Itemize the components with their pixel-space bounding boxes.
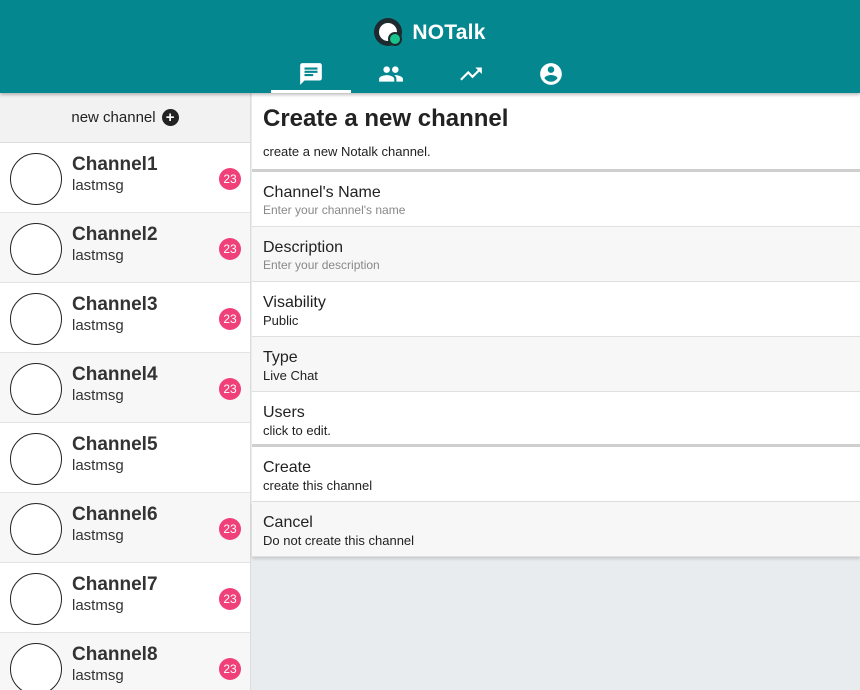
- channel-name-label: Channel's Name: [263, 184, 381, 201]
- tab-trending[interactable]: [431, 54, 511, 93]
- avatar: [10, 223, 62, 275]
- channel-list-item[interactable]: Channel1 lastmsg 23: [0, 143, 250, 213]
- add-circle-icon: +: [161, 109, 179, 126]
- channel-last-message: lastmsg: [72, 457, 124, 474]
- create-description: create this channel: [263, 478, 373, 493]
- channel-name: Channel7: [72, 574, 158, 595]
- unread-badge: 23: [219, 308, 241, 330]
- type-value: Live Chat: [263, 368, 318, 383]
- nav-tabs: [271, 54, 591, 93]
- visibility-value: Public: [263, 313, 299, 328]
- type-label: Type: [263, 349, 298, 366]
- cancel-label: Cancel: [263, 514, 313, 531]
- channel-list-item[interactable]: Channel4 lastmsg 23: [0, 353, 250, 423]
- channel-name: Channel5: [72, 434, 158, 455]
- channel-last-message: lastmsg: [72, 247, 124, 264]
- create-button[interactable]: Create create this channel: [252, 447, 860, 502]
- channel-list-item[interactable]: Channel8 lastmsg 23: [0, 633, 250, 690]
- brand: NOTalk: [0, 17, 860, 49]
- channel-name: Channel3: [72, 294, 158, 315]
- channel-list-item[interactable]: Channel2 lastmsg 23: [0, 213, 250, 283]
- chat-icon: [300, 62, 322, 85]
- unread-badge: 23: [219, 658, 241, 680]
- account-circle-icon: [540, 62, 562, 85]
- app-header: NOTalk: [0, 0, 860, 93]
- description-placeholder: Enter your description: [263, 258, 380, 272]
- create-channel-panel: Create a new channel create a new Notalk…: [252, 93, 860, 557]
- app-title: NOTalk: [412, 21, 486, 44]
- visibility-label: Visability: [263, 294, 326, 311]
- channel-name-field[interactable]: Channel's Name Enter your channel's name: [252, 172, 860, 227]
- channel-list-item[interactable]: Channel3 lastmsg 23: [0, 283, 250, 353]
- avatar: [10, 363, 62, 415]
- channel-list-item[interactable]: Channel7 lastmsg 23: [0, 563, 250, 633]
- tab-chats[interactable]: [271, 54, 351, 93]
- channel-last-message: lastmsg: [72, 177, 124, 194]
- avatar: [10, 643, 62, 690]
- channel-list-item[interactable]: Channel5 lastmsg: [0, 423, 250, 493]
- panel-header: Create a new channel create a new Notalk…: [252, 93, 860, 172]
- cancel-button[interactable]: Cancel Do not create this channel: [252, 502, 860, 557]
- channel-last-message: lastmsg: [72, 317, 124, 334]
- avatar: [10, 433, 62, 485]
- channel-last-message: lastmsg: [72, 667, 124, 684]
- avatar: [10, 573, 62, 625]
- unread-badge: 23: [219, 238, 241, 260]
- avatar: [10, 293, 62, 345]
- unread-badge: 23: [219, 378, 241, 400]
- users-value: click to edit.: [263, 423, 331, 438]
- users-field[interactable]: Users click to edit.: [252, 392, 860, 447]
- channel-name: Channel1: [72, 154, 158, 175]
- avatar: [10, 503, 62, 555]
- channel-name: Channel4: [72, 364, 158, 385]
- unread-badge: 23: [219, 518, 241, 540]
- cancel-description: Do not create this channel: [263, 533, 415, 548]
- description-field[interactable]: Description Enter your description: [252, 227, 860, 282]
- unread-badge: 23: [219, 588, 241, 610]
- trending-up-icon: [460, 67, 482, 80]
- channel-last-message: lastmsg: [72, 597, 124, 614]
- channel-list: Channel1 lastmsg 23 Channel2 lastmsg 23 Channe…: [0, 143, 250, 690]
- description-label: Description: [263, 239, 344, 256]
- people-icon: [379, 65, 403, 82]
- new-channel-button[interactable]: new channel +: [0, 93, 250, 143]
- channel-name-placeholder: Enter your channel's name: [263, 203, 406, 217]
- channel-last-message: lastmsg: [72, 527, 124, 544]
- channel-list-item[interactable]: Channel6 lastmsg 23: [0, 493, 250, 563]
- avatar: [10, 153, 62, 205]
- channel-name: Channel8: [72, 644, 158, 665]
- create-label: Create: [263, 459, 312, 476]
- channel-name: Channel2: [72, 224, 158, 245]
- notalk-logo-icon: [374, 18, 404, 48]
- tab-account[interactable]: [511, 54, 591, 93]
- tab-people[interactable]: [351, 54, 431, 93]
- channel-name: Channel6: [72, 504, 158, 525]
- new-channel-label: new channel: [71, 109, 156, 126]
- page-subtitle: create a new Notalk channel.: [263, 144, 431, 159]
- visibility-field[interactable]: Visability Public: [252, 282, 860, 337]
- page-title: Create a new channel: [263, 105, 509, 132]
- channel-sidebar: new channel + Channel1 lastmsg 23 Channel2 l…: [0, 93, 251, 690]
- type-field[interactable]: Type Live Chat: [252, 337, 860, 392]
- unread-badge: 23: [219, 168, 241, 190]
- users-label: Users: [263, 404, 305, 421]
- channel-last-message: lastmsg: [72, 387, 124, 404]
